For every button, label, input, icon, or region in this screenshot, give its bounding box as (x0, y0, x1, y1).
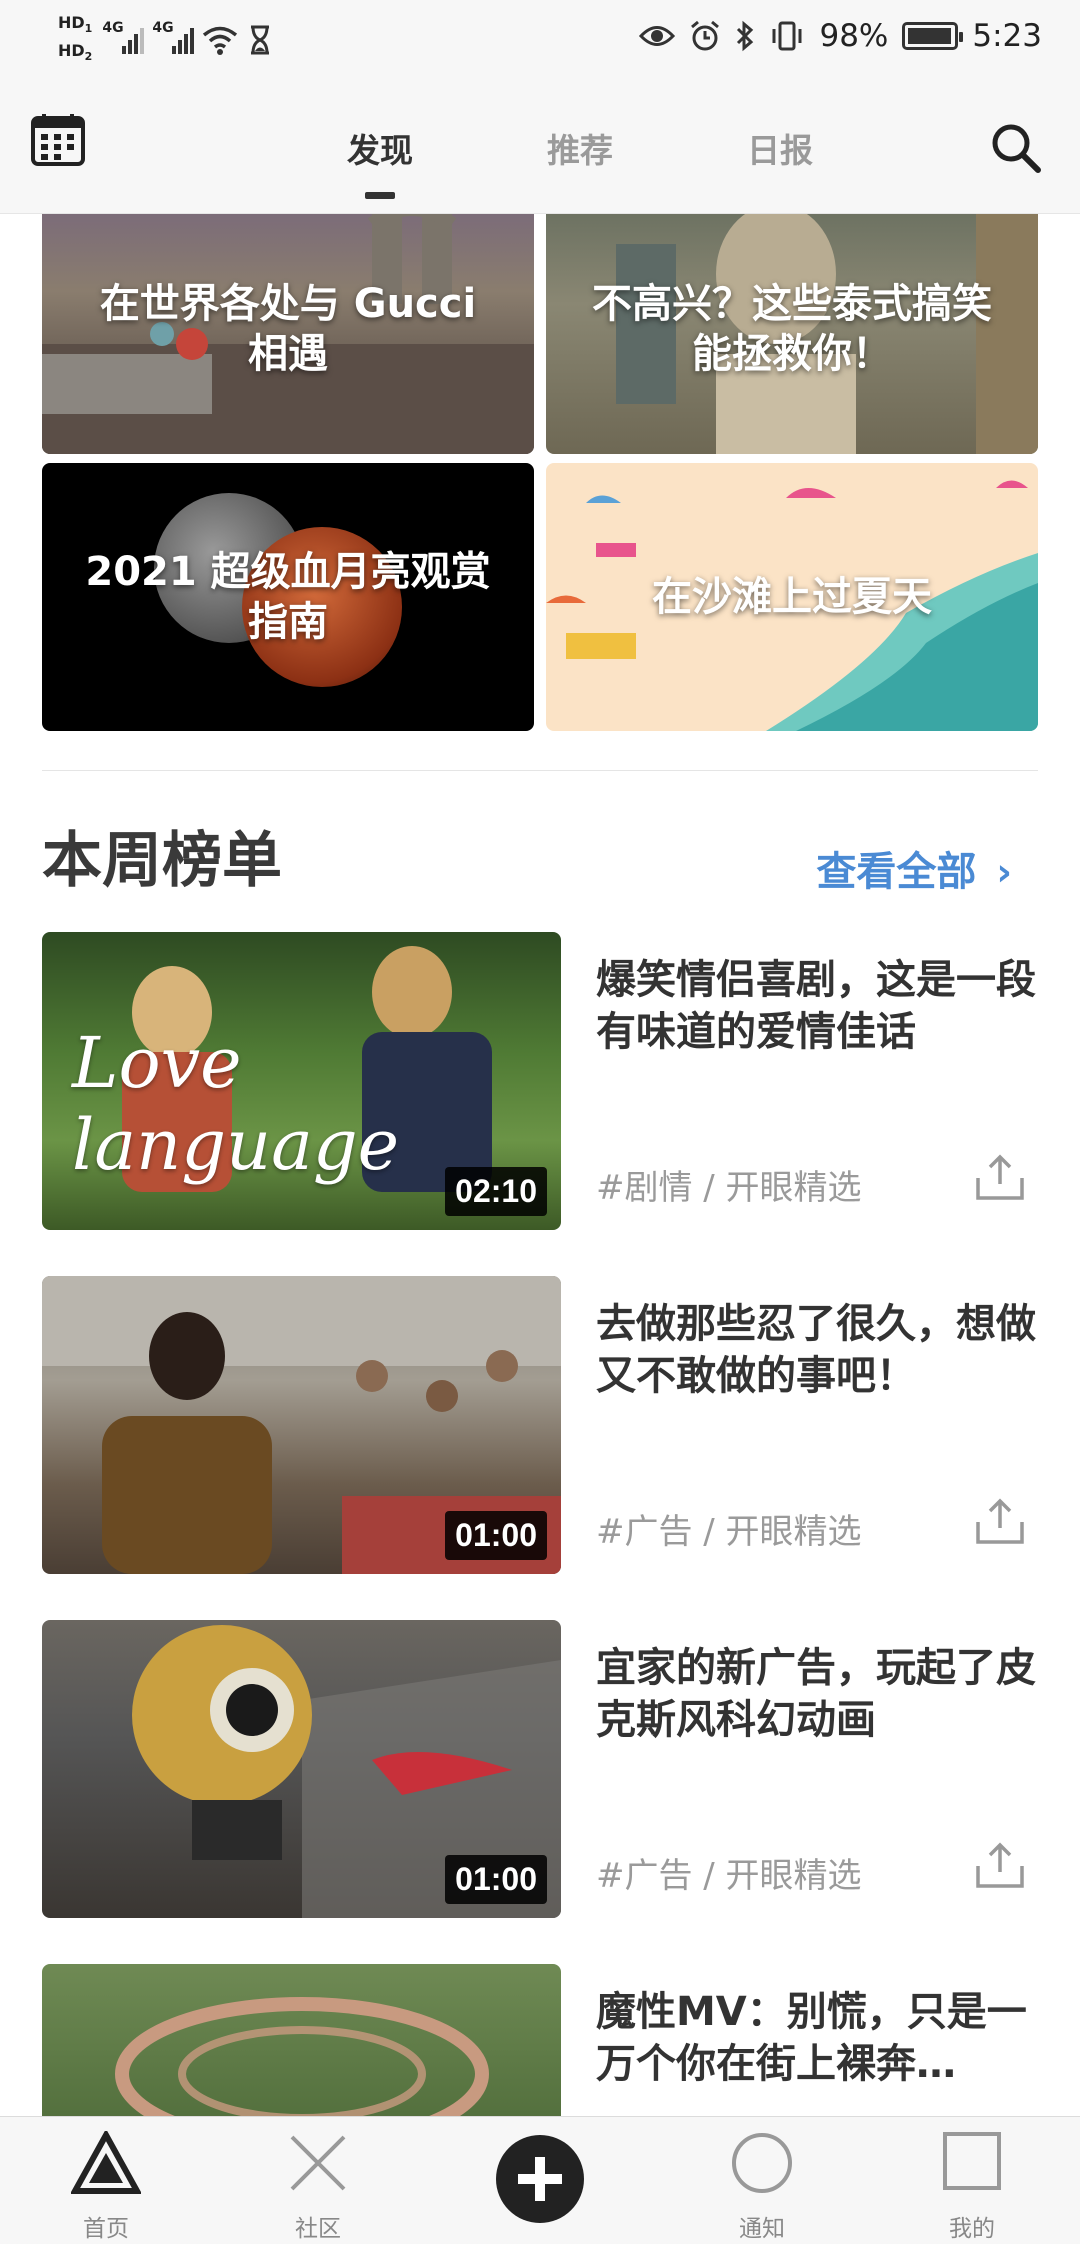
see-all-link[interactable]: 查看全部 › (816, 839, 1012, 897)
square-icon (943, 2132, 1001, 2190)
feature-card-blood-moon[interactable]: 2021 超级血月亮观赏指南 (42, 463, 534, 731)
feature-card-beach[interactable]: 在沙滩上过夏天 (546, 463, 1038, 731)
signal-1-icon: 4G (102, 20, 145, 60)
clock: 5:23 (972, 18, 1042, 54)
bottom-nav-label: 我的 (949, 2216, 995, 2242)
share-icon[interactable] (972, 1154, 1028, 1202)
video-duration: 02:10 (445, 1167, 547, 1216)
tab-bar: 发现 推荐 日报 (280, 124, 880, 199)
share-icon[interactable] (972, 1498, 1028, 1546)
video-thumbnail[interactable]: 01:00 (42, 1276, 561, 1574)
hourglass-icon (251, 25, 270, 55)
hd1-label: HD1 (58, 13, 93, 36)
battery-icon (902, 22, 964, 50)
share-icon[interactable] (972, 1842, 1028, 1890)
bottom-nav-me[interactable]: 我的 (882, 2117, 1062, 2244)
feature-card-thai-comedy[interactable]: 不高兴？这些泰式搞笑能拯救你！ (546, 214, 1038, 454)
list-item[interactable]: Love language 02:10 爆笑情侣喜剧，这是一段有味道的爱情佳话 … (42, 932, 1038, 1230)
plus-icon (496, 2135, 584, 2223)
tab-recommend[interactable]: 推荐 (480, 124, 680, 172)
battery-percent: 98% (819, 18, 889, 54)
bottom-nav: 首页 社区 通知 我的 (0, 2116, 1080, 2244)
video-title[interactable]: 魔性MV：别慌，只是一万个你在街上裸奔… (596, 1986, 1036, 2090)
video-thumbnail[interactable] (42, 1964, 561, 2116)
bottom-nav-label: 社区 (295, 2216, 341, 2242)
list-item[interactable]: 魔性MV：别慌，只是一万个你在街上裸奔… (42, 1964, 1038, 2116)
list-item[interactable]: 01:00 宜家的新广告，玩起了皮克斯风科幻动画 #广告 / 开眼精选 (42, 1620, 1038, 1918)
video-tag[interactable]: #广告 / 开眼精选 (596, 1848, 862, 1897)
bottom-nav-create[interactable] (450, 2117, 630, 2244)
bottom-nav-label: 通知 (739, 2216, 785, 2242)
video-title[interactable]: 宜家的新广告，玩起了皮克斯风科幻动画 (596, 1642, 1036, 1746)
card-title: 2021 超级血月亮观赏指南 (85, 549, 491, 645)
status-bar: HD1 HD2 4G 4G 98% 5:23 (0, 0, 1080, 80)
tab-discover[interactable]: 发现 (280, 124, 480, 199)
bluetooth-icon (737, 20, 754, 52)
video-tag[interactable]: #广告 / 开眼精选 (596, 1504, 862, 1553)
status-left: HD1 HD2 4G 4G (58, 12, 272, 68)
feature-card-gucci[interactable]: 在世界各处与 Gucci 相遇 (42, 214, 534, 454)
bottom-nav-home[interactable]: 首页 (16, 2117, 196, 2244)
vibrate-icon (772, 21, 802, 51)
hd2-label: HD2 (58, 41, 93, 64)
video-duration: 01:00 (445, 1855, 547, 1904)
search-icon[interactable] (988, 120, 1044, 176)
video-tag[interactable]: #剧情 / 开眼精选 (596, 1160, 862, 1209)
card-title: 在沙滩上过夏天 (652, 574, 932, 620)
calendar-icon[interactable] (30, 112, 86, 168)
wifi-icon (203, 26, 238, 56)
eye-icon (639, 26, 676, 46)
triangle-icon (71, 2131, 141, 2194)
bottom-nav-community[interactable]: 社区 (228, 2117, 408, 2244)
content-area[interactable]: 在世界各处与 Gucci 相遇 不高兴？这些泰式搞笑能拯救你！ 2021 超级血… (0, 214, 1080, 2116)
signal-2-icon: 4G (152, 20, 195, 60)
video-title[interactable]: 去做那些忍了很久，想做又不敢做的事吧！ (596, 1298, 1036, 1402)
cross-icon (290, 2135, 346, 2191)
weekly-ranking-title: 本周榜单 (42, 826, 282, 896)
bottom-nav-notify[interactable]: 通知 (672, 2117, 852, 2244)
list-item[interactable]: 01:00 去做那些忍了很久，想做又不敢做的事吧！ #广告 / 开眼精选 (42, 1276, 1038, 1574)
top-nav: 发现 推荐 日报 (0, 80, 1080, 214)
video-duration: 01:00 (445, 1511, 547, 1560)
video-title[interactable]: 爆笑情侣喜剧，这是一段有味道的爱情佳话 (596, 954, 1036, 1058)
tab-daily[interactable]: 日报 (680, 124, 880, 172)
card-title: 在世界各处与 Gucci 相遇 (99, 281, 477, 377)
status-right: 98% 5:23 (639, 18, 1042, 54)
hd-indicators: HD1 HD2 (58, 12, 92, 68)
alarm-icon (691, 20, 720, 51)
bottom-nav-label: 首页 (83, 2216, 129, 2242)
circle-icon (732, 2133, 792, 2193)
card-title: 不高兴？这些泰式搞笑能拯救你！ (592, 281, 992, 377)
chevron-right-icon: › (996, 850, 1012, 894)
section-divider (42, 770, 1038, 771)
see-all-label: 查看全部 (816, 849, 977, 895)
thumbnail-overlay-text: Love language (72, 1022, 400, 1186)
video-thumbnail[interactable]: 01:00 (42, 1620, 561, 1918)
video-thumbnail[interactable]: Love language 02:10 (42, 932, 561, 1230)
